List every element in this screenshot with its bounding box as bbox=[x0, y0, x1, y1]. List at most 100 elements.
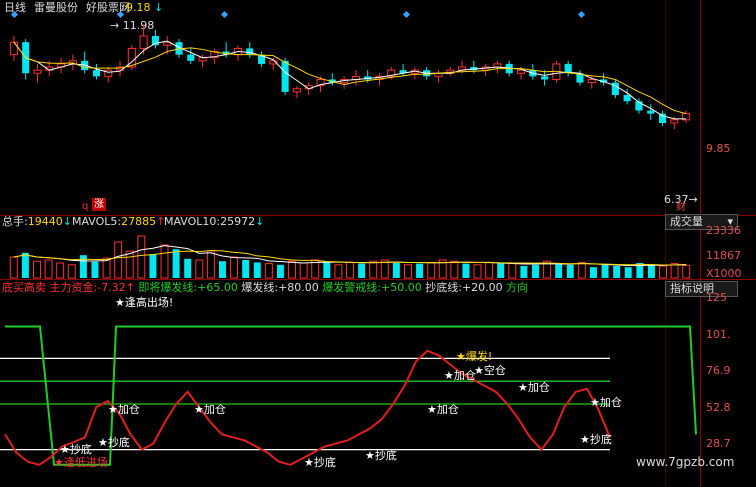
candle-body bbox=[139, 35, 148, 49]
star-icon: ★ bbox=[590, 396, 600, 409]
candle-body bbox=[587, 78, 596, 84]
candle-body bbox=[541, 76, 549, 80]
volume-bar bbox=[149, 254, 157, 278]
candle-body bbox=[670, 119, 679, 124]
watermark: www.7gpzb.com bbox=[636, 455, 735, 469]
volume-bar bbox=[184, 258, 192, 278]
volume-bar bbox=[577, 261, 586, 279]
volume-bar bbox=[403, 264, 412, 279]
star-icon: ★ bbox=[456, 350, 466, 363]
indicator-tick: 125 bbox=[706, 291, 727, 304]
volume-chart[interactable] bbox=[0, 216, 700, 279]
indicator-tick: 101. bbox=[706, 328, 731, 341]
star-icon: ★ bbox=[365, 449, 375, 462]
indicator-tick: 28.7 bbox=[706, 437, 731, 450]
signal-label: 抄底 bbox=[107, 436, 130, 449]
star-icon: ★ bbox=[60, 443, 70, 456]
candle-body bbox=[9, 41, 18, 56]
signal-label: 抄底 bbox=[313, 456, 336, 469]
volume-bar bbox=[91, 261, 99, 278]
signal-label: 爆发! bbox=[465, 350, 493, 363]
volume-bar bbox=[416, 263, 424, 278]
volume-bar bbox=[21, 252, 29, 278]
volume-bar bbox=[485, 261, 494, 279]
candle-body bbox=[516, 69, 526, 74]
volume-bar bbox=[659, 265, 667, 279]
volume-bar bbox=[670, 263, 679, 279]
candle-body bbox=[623, 95, 631, 102]
signal-label: 加仓 bbox=[436, 403, 459, 416]
signal-label: 逢高出场! bbox=[124, 296, 174, 309]
volume-bar bbox=[242, 260, 250, 278]
star-icon: ★ bbox=[304, 456, 314, 469]
volume-bar bbox=[67, 264, 76, 279]
star-icon: ★ bbox=[194, 403, 204, 416]
volume-bar bbox=[682, 264, 691, 279]
volume-bar bbox=[520, 266, 528, 278]
candle-body bbox=[187, 54, 195, 61]
volume-bar bbox=[206, 250, 215, 279]
volume-bar bbox=[358, 263, 366, 278]
signal-label: 加仓 bbox=[117, 403, 140, 416]
main-fund-line bbox=[4, 349, 611, 466]
signal-label: 抄底 bbox=[374, 449, 397, 462]
volume-bar bbox=[473, 264, 482, 279]
volume-bar bbox=[508, 263, 517, 279]
signal-label: 加仓 bbox=[203, 403, 226, 416]
signal-label: 加仓 bbox=[599, 396, 622, 409]
candle-body bbox=[33, 69, 42, 74]
volume-bar bbox=[566, 264, 574, 278]
volume-bar bbox=[172, 249, 180, 278]
indicator-panel[interactable]: 底买高卖 主力资金:-7.32↑ 即将爆发线:+65.00 爆发线:+80.00… bbox=[0, 280, 756, 487]
volume-bar bbox=[323, 261, 331, 278]
price-panel[interactable]: 日线 雷曼股份 好股票网 : 9.18 ↓ → 11.98 6.37→ 财 q … bbox=[0, 0, 731, 215]
volume-tick: 23336 bbox=[706, 224, 741, 237]
volume-bar bbox=[624, 267, 632, 278]
star-icon: ★ bbox=[427, 403, 437, 416]
volume-bar bbox=[33, 260, 41, 279]
volume-bar bbox=[601, 264, 609, 278]
signal-label: 空仓 bbox=[483, 364, 506, 377]
volume-bar bbox=[264, 263, 273, 279]
volume-bar bbox=[647, 264, 655, 278]
indicator-tick: 76.9 bbox=[706, 364, 731, 377]
volume-bar bbox=[427, 261, 436, 279]
volume-bar bbox=[299, 262, 308, 279]
volume-bar bbox=[334, 264, 343, 279]
candle-body bbox=[292, 88, 301, 93]
ma-line-long bbox=[13, 41, 687, 115]
volume-bar bbox=[56, 262, 65, 279]
volume-bar bbox=[276, 264, 284, 278]
volume-bar bbox=[288, 260, 297, 279]
volume-bar bbox=[44, 259, 53, 279]
volume-bar bbox=[462, 263, 470, 278]
indicator-tick: 52.8 bbox=[706, 401, 731, 414]
volume-bar bbox=[253, 262, 261, 278]
candle-body bbox=[281, 60, 289, 92]
ma-line-short bbox=[13, 40, 687, 120]
candle-body bbox=[647, 110, 655, 114]
volume-bar bbox=[392, 263, 400, 278]
volume-bar bbox=[218, 261, 226, 278]
volume-bar bbox=[195, 259, 204, 279]
volume-bar bbox=[450, 260, 459, 279]
signal-label: 逢低进场 bbox=[63, 456, 108, 469]
signal-label: 抄底 bbox=[589, 433, 612, 446]
volume-panel[interactable]: 总手:19440↓ MAVOL5:27885↑ MAVOL10:25972↓ 成… bbox=[0, 214, 756, 280]
signal-label: 加仓 bbox=[527, 381, 550, 394]
candle-body bbox=[658, 113, 667, 123]
volume-bar bbox=[346, 261, 354, 279]
volume-unit: X1000 bbox=[706, 267, 742, 280]
volume-bar bbox=[589, 267, 597, 278]
star-icon: ★ bbox=[98, 436, 108, 449]
candle-body bbox=[92, 70, 100, 77]
volume-bar bbox=[555, 263, 563, 278]
star-icon: ★ bbox=[474, 364, 484, 377]
candlestick-chart[interactable] bbox=[0, 0, 700, 215]
volume-bar bbox=[497, 263, 505, 278]
candle-body bbox=[151, 35, 159, 46]
signal-label: 加仓 bbox=[453, 369, 476, 382]
star-icon: ★ bbox=[108, 403, 118, 416]
volume-bar bbox=[9, 256, 18, 279]
volume-bar bbox=[114, 241, 123, 279]
